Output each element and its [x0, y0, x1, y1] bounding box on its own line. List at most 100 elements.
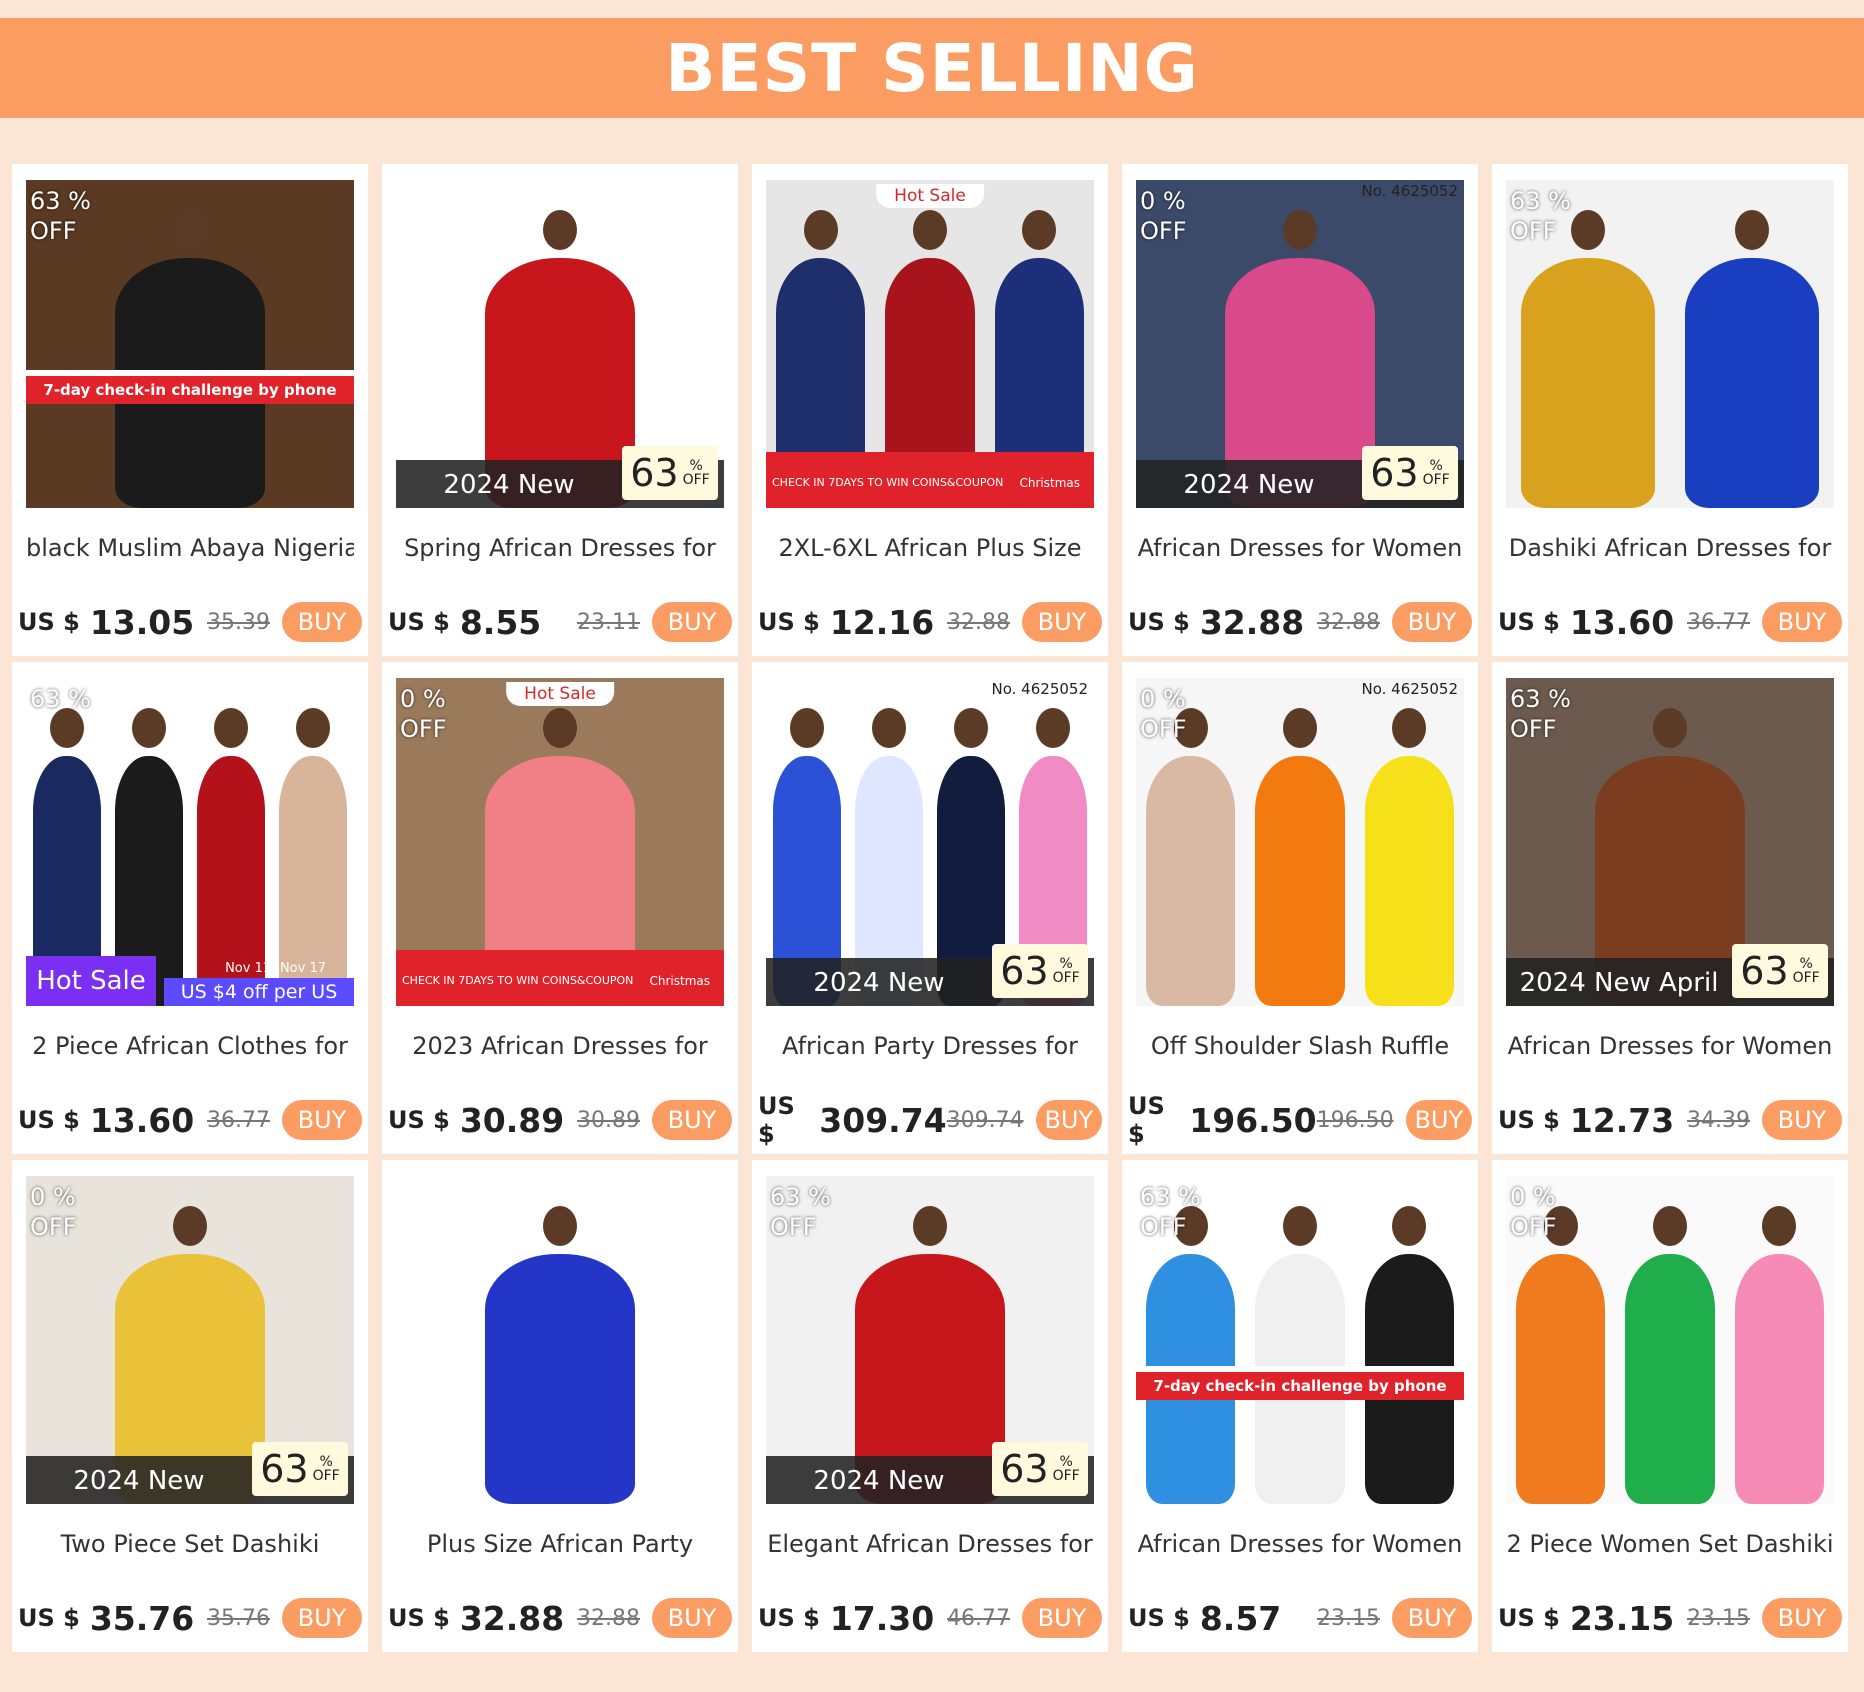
product-title[interactable]: 2 Piece Women Set Dashiki	[1506, 1530, 1834, 1558]
product-image[interactable]: Hot Sale CHECK IN 7DAYS TO WIN COINS&COUP…	[766, 180, 1094, 508]
product-image[interactable]: 63 % Nov 11 -Nov 17 Hot Sale US $4 off per …	[26, 678, 354, 1006]
sale-price: 13.60	[1569, 602, 1675, 642]
currency-label: US $	[1128, 1092, 1165, 1148]
currency-label: US $	[388, 1604, 450, 1632]
currency-label: US $	[18, 1106, 80, 1134]
buy-button[interactable]: BUY	[1035, 1100, 1102, 1140]
sale-price: 12.73	[1569, 1100, 1675, 1140]
product-image[interactable]	[396, 1176, 724, 1504]
buy-button[interactable]: BUY	[1392, 1598, 1472, 1638]
buy-button[interactable]: BUY	[282, 1100, 362, 1140]
product-card[interactable]: 63 % OFF 7-day check-in challenge by phone…	[12, 164, 368, 656]
model-head	[214, 708, 248, 748]
buy-button[interactable]: BUY	[282, 1598, 362, 1638]
buy-button[interactable]: BUY	[1022, 602, 1102, 642]
product-card[interactable]: 63 % Nov 11 -Nov 17 Hot Sale US $4 off per …	[12, 662, 368, 1154]
product-card[interactable]: Hot Sale 0 % OFF CHECK IN 7DAYS TO WIN COIN…	[382, 662, 738, 1154]
product-title[interactable]: African Party Dresses for	[766, 1032, 1094, 1060]
original-price: 23.15	[1317, 1605, 1380, 1631]
product-image[interactable]: 63 % OFF 2024 New April 63% OFF	[1506, 678, 1834, 1006]
product-title[interactable]: 2XL-6XL African Plus Size	[766, 534, 1094, 562]
product-card[interactable]: 63 % OFF 7-day check-in challenge by phone…	[1122, 1160, 1478, 1652]
product-card[interactable]: 63 % OFF Dashiki African Dresses for US $ 13…	[1492, 164, 1848, 656]
product-title[interactable]: 2 Piece African Clothes for	[26, 1032, 354, 1060]
product-title[interactable]: black Muslim Abaya Nigeria	[26, 534, 354, 562]
model-head	[132, 708, 166, 748]
product-card[interactable]: Plus Size African Party US $ 32.88 32.88 BUY	[382, 1160, 738, 1652]
price-row: US $ 12.16 32.88 BUY	[758, 600, 1102, 644]
product-card[interactable]: No. 4625052 2024 New 63% OFF African Party D…	[752, 662, 1108, 1154]
buy-button[interactable]: BUY	[1392, 602, 1472, 642]
product-title[interactable]: African Dresses for Women	[1506, 1032, 1834, 1060]
buy-button[interactable]: BUY	[652, 1598, 732, 1638]
buy-button[interactable]: BUY	[652, 602, 732, 642]
product-image[interactable]: 0 % OFF 2024 New 63% OFF	[26, 1176, 354, 1504]
product-image[interactable]: 63 % OFF 7-day check-in challenge by phone	[26, 180, 354, 508]
buy-button[interactable]: BUY	[282, 602, 362, 642]
product-card[interactable]: No. 4625052 0 % OFF Off Shoulder Slash Ruff…	[1122, 662, 1478, 1154]
product-card[interactable]: No. 4625052 0 % OFF 2024 New 63% OFF African D…	[1122, 164, 1478, 656]
product-image[interactable]: Hot Sale 0 % OFF CHECK IN 7DAYS TO WIN COIN…	[396, 678, 724, 1006]
discount-badge: 63 % OFF	[770, 1182, 831, 1242]
sale-price: 8.55	[459, 602, 542, 642]
product-title[interactable]: African Dresses for Women	[1136, 1530, 1464, 1558]
price-row: US $ 13.05 35.39 BUY	[18, 600, 362, 644]
buy-button[interactable]: BUY	[1762, 1598, 1842, 1638]
product-image[interactable]: No. 4625052 2024 New 63% OFF	[766, 678, 1094, 1006]
discount-off: OFF	[1510, 217, 1557, 245]
product-card[interactable]: 63 % OFF 2024 New 63% OFF Elegant African Dre…	[752, 1160, 1108, 1652]
product-card[interactable]: 63 % OFF 2024 New April 63% OFF African Dress…	[1492, 662, 1848, 1154]
discount-badge: 63 % OFF	[1510, 684, 1571, 744]
model-head	[1283, 708, 1317, 748]
banner-title: BEST SELLING	[665, 29, 1199, 107]
off-badge: 63% OFF	[992, 944, 1088, 998]
model-figure	[1520, 258, 1656, 508]
off-badge: 63% OFF	[1362, 446, 1458, 500]
product-title[interactable]: 2023 African Dresses for	[396, 1032, 724, 1060]
product-image[interactable]: 2024 New 63% OFF	[396, 180, 724, 508]
product-card[interactable]: Hot Sale CHECK IN 7DAYS TO WIN COINS&COUP…	[752, 164, 1108, 656]
currency-label: US $	[1128, 608, 1190, 636]
price-row: US $ 32.88 32.88 BUY	[388, 1596, 732, 1640]
product-title[interactable]: Plus Size African Party	[396, 1530, 724, 1558]
sale-price: 8.57	[1199, 1598, 1282, 1638]
product-image[interactable]: 63 % OFF 2024 New 63% OFF	[766, 1176, 1094, 1504]
product-title[interactable]: African Dresses for Women	[1136, 534, 1464, 562]
buy-button[interactable]: BUY	[1022, 1598, 1102, 1638]
product-card[interactable]: 0 % OFF 2024 New 63% OFF Two Piece Set Dashik…	[12, 1160, 368, 1652]
product-image[interactable]: 0 % OFF	[1506, 1176, 1834, 1504]
coupon-strip: CHECK IN 7DAYS TO WIN COINS&COUPON Christ…	[396, 950, 724, 1006]
product-card[interactable]: 2024 New 63% OFF Spring African Dresses for…	[382, 164, 738, 656]
product-image[interactable]: No. 4625052 0 % OFF	[1136, 678, 1464, 1006]
buy-button[interactable]: BUY	[1405, 1100, 1472, 1140]
model-head	[1653, 708, 1687, 748]
buy-button[interactable]: BUY	[1762, 1100, 1842, 1140]
product-image[interactable]: 63 % OFF 7-day check-in challenge by phone	[1136, 1176, 1464, 1504]
off-number: 63	[1000, 949, 1049, 993]
currency-label: US $	[18, 1604, 80, 1632]
product-card[interactable]: 0 % OFF 2 Piece Women Set Dashiki US $ 23.15…	[1492, 1160, 1848, 1652]
currency-label: US $	[18, 608, 80, 636]
model-head	[543, 708, 577, 748]
original-price: 196.50	[1316, 1107, 1394, 1133]
sale-price: 17.30	[829, 1598, 935, 1638]
price-row: US $ 8.57 23.15 BUY	[1128, 1596, 1472, 1640]
buy-button[interactable]: BUY	[652, 1100, 732, 1140]
product-title[interactable]: Elegant African Dresses for	[766, 1530, 1094, 1558]
product-image[interactable]: 63 % OFF	[1506, 180, 1834, 508]
product-image[interactable]: No. 4625052 0 % OFF 2024 New 63% OFF	[1136, 180, 1464, 508]
discount-off: OFF	[770, 1213, 817, 1241]
product-title[interactable]: Two Piece Set Dashiki	[26, 1530, 354, 1558]
sale-price: 32.88	[459, 1598, 565, 1638]
off-badge: 63% OFF	[1732, 944, 1828, 998]
hot-sale-label: Hot Sale	[26, 956, 156, 1006]
model-head	[1653, 1206, 1687, 1246]
product-title[interactable]: Spring African Dresses for	[396, 534, 724, 562]
discount-badge: 63 %	[30, 684, 91, 714]
buy-button[interactable]: BUY	[1762, 602, 1842, 642]
product-title[interactable]: Dashiki African Dresses for	[1506, 534, 1834, 562]
price-row: US $ 196.50 196.50 BUY	[1128, 1092, 1472, 1148]
price-row: US $ 32.88 32.88 BUY	[1128, 600, 1472, 644]
product-title[interactable]: Off Shoulder Slash Ruffle	[1136, 1032, 1464, 1060]
original-price: 34.39	[1687, 1107, 1750, 1133]
